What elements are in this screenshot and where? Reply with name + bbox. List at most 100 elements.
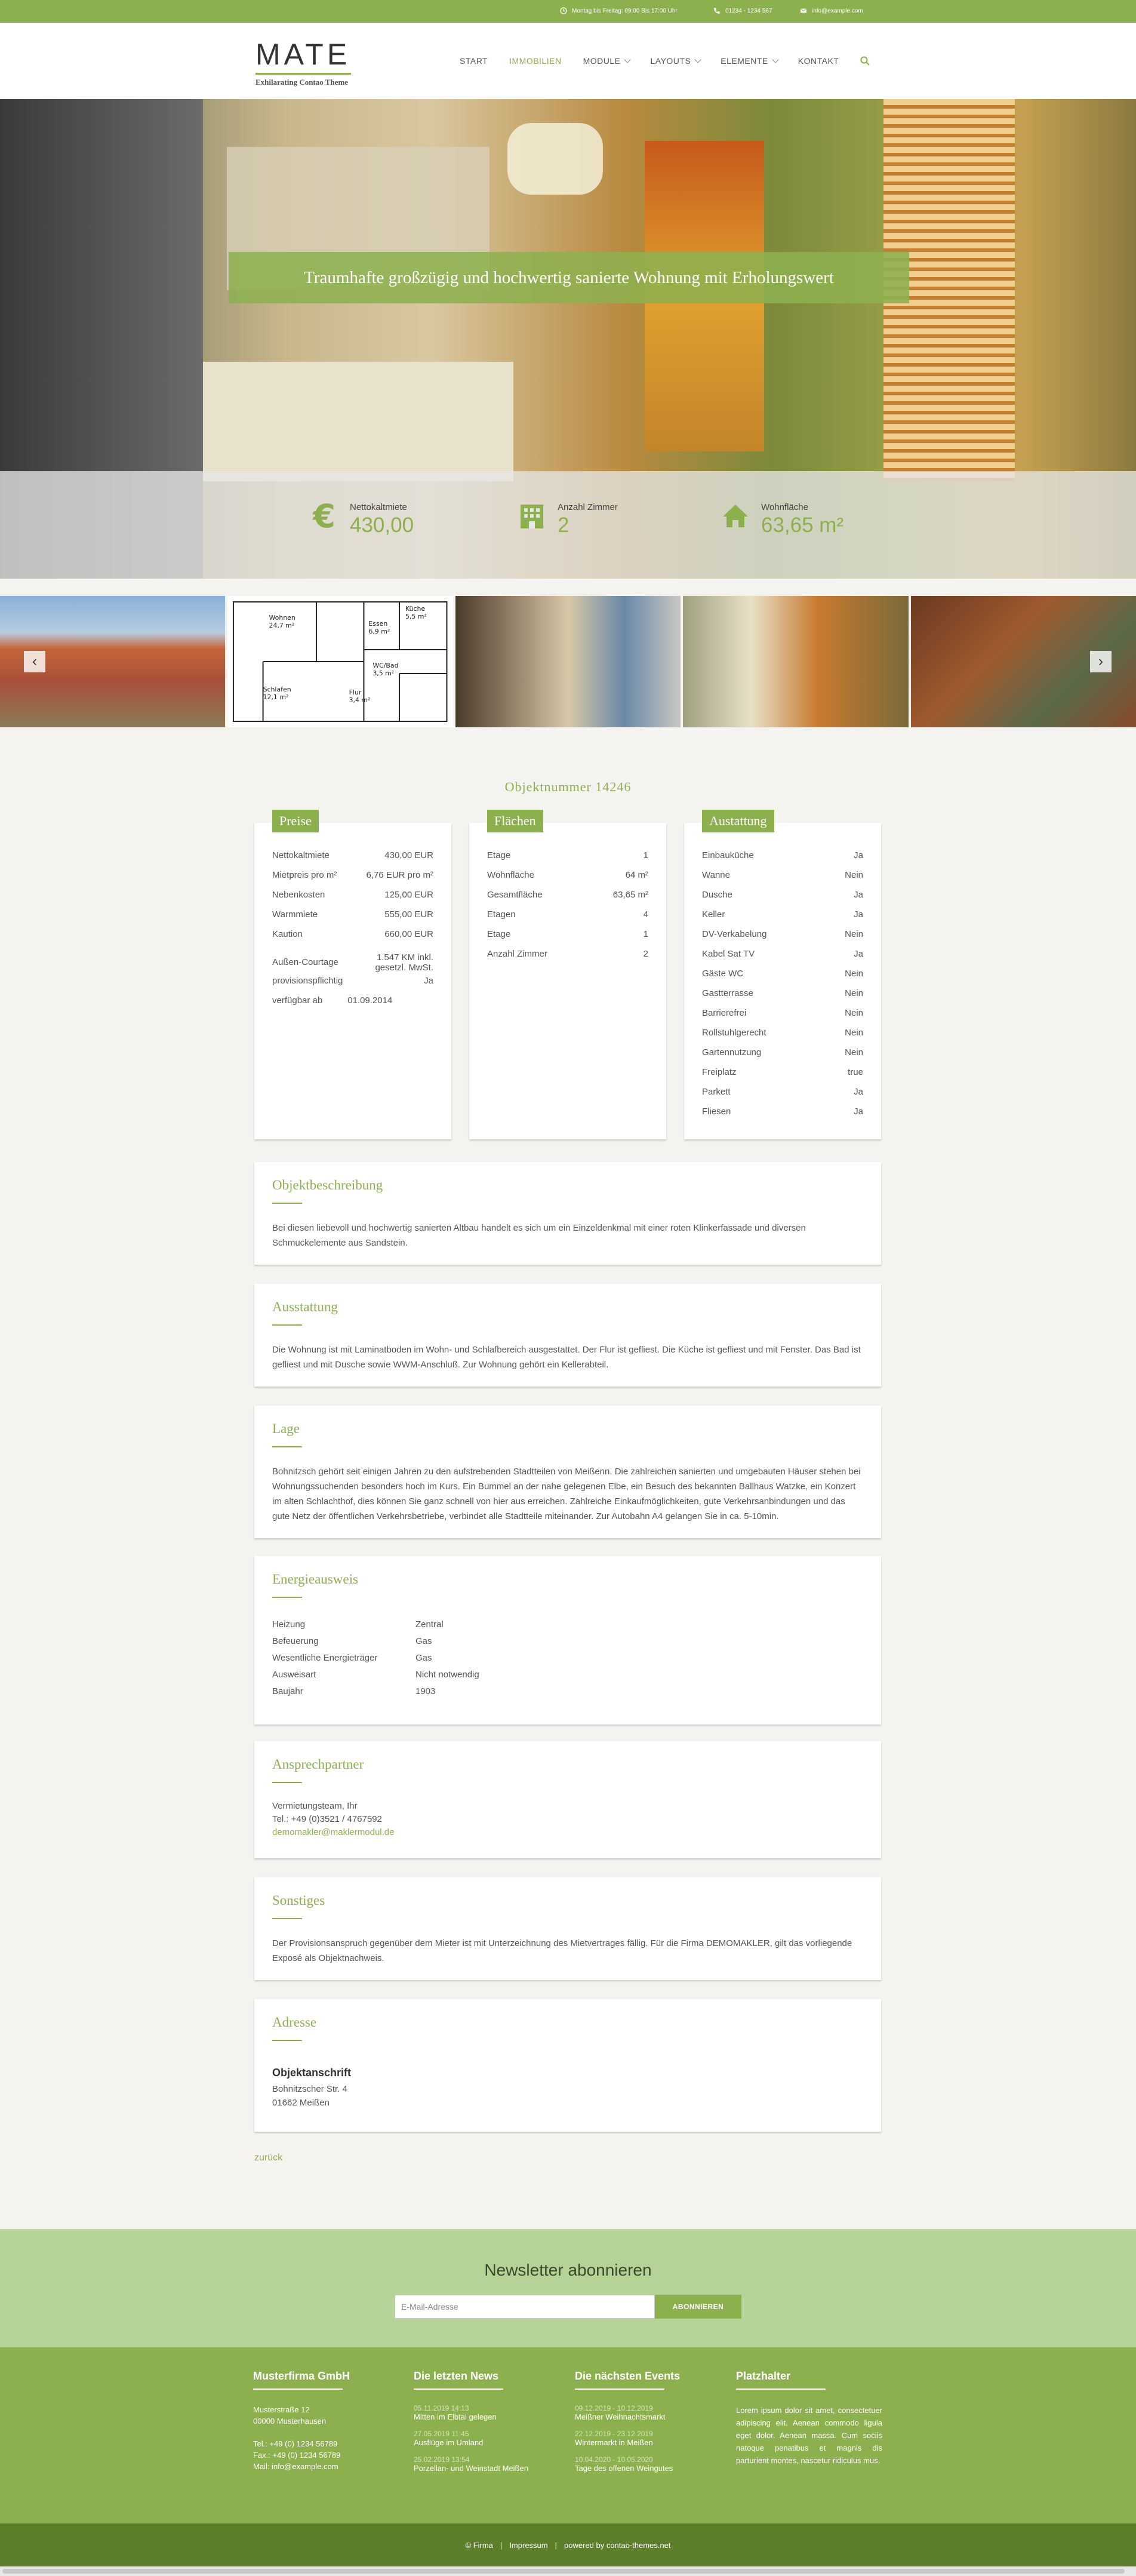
row-value: 660,00 EUR <box>384 929 433 939</box>
gallery-prev-button[interactable]: ‹ <box>24 651 45 672</box>
section-title: Sonstiges <box>272 1893 325 1908</box>
table-row: Etagen 4 <box>487 909 648 929</box>
horizontal-scrollbar[interactable] <box>0 2566 1136 2576</box>
nav-item-immobilien[interactable]: IMMOBILIEN <box>509 56 561 66</box>
event-item[interactable]: 09.12.2019 - 10.12.2019 Meißner Weihnacht… <box>575 2404 712 2421</box>
table-row: Wohnfläche 64 m² <box>487 870 648 890</box>
chevron-left-icon: ‹ <box>32 653 37 669</box>
gallery-image-bedroom[interactable] <box>455 596 681 727</box>
row-key: Gesamtfläche <box>487 890 543 900</box>
news-title[interactable]: Porzellan- und Weinstadt Meißen <box>414 2464 551 2473</box>
section-title: Adresse <box>272 2015 317 2030</box>
gallery-image-kitchen[interactable] <box>683 596 909 727</box>
site-header: MATE Exhilarating Contao Theme START IMM… <box>0 23 1136 99</box>
row-value: Gas <box>415 1653 432 1663</box>
powered-by-link[interactable]: powered by contao-themes.net <box>564 2541 671 2550</box>
chevron-down-icon <box>772 56 779 63</box>
row-key: Einbauküche <box>702 850 754 860</box>
section-text: Bei diesen liebevoll und hochwertig sani… <box>272 1223 806 1248</box>
table-row: Rollstuhlgerecht Nein <box>702 1028 863 1047</box>
row-key: Anzahl Zimmer <box>487 949 547 959</box>
nav-item-start[interactable]: START <box>460 56 488 66</box>
news-title[interactable]: Ausflüge im Umland <box>414 2438 551 2447</box>
event-item[interactable]: 22.12.2019 - 23.12.2019 Wintermarkt in Me… <box>575 2430 712 2447</box>
stat-rooms: Anzahl Zimmer 2 <box>517 501 618 537</box>
row-key: Keller <box>702 909 725 920</box>
hero-title-box: Traumhafte großzügig und hochwertig sani… <box>229 252 909 303</box>
table-row: Dusche Ja <box>702 890 863 909</box>
row-key: Ausweisart <box>272 1670 316 1680</box>
row-key: Gäste WC <box>702 969 744 979</box>
table-row: Parkett Ja <box>702 1087 863 1106</box>
event-date: 09.12.2019 - 10.12.2019 <box>575 2404 653 2412</box>
stat-area: Wohnfläche 63,65 m² <box>721 501 843 537</box>
nav-item-module[interactable]: MODULE <box>583 56 632 66</box>
footer-heading: Platzhalter <box>736 2370 791 2382</box>
event-title[interactable]: Tage des offenen Weingutes <box>575 2464 712 2473</box>
footer-col-events: Die nächsten Events 09.12.2019 - 10.12.2… <box>575 2370 712 2481</box>
section-underline <box>272 1782 302 1783</box>
row-key: Etagen <box>487 909 516 920</box>
row-value: 2 <box>643 949 648 959</box>
row-key: Wanne <box>702 870 730 880</box>
news-date: 25.02.2019 13:54 <box>414 2455 470 2464</box>
row-key: DV-Verkabelung <box>702 929 767 939</box>
row-value: Ja <box>854 1087 863 1097</box>
impressum-link[interactable]: Impressum <box>509 2541 547 2550</box>
separator: | <box>555 2540 557 2550</box>
floorplan-label: Küche <box>405 605 425 613</box>
table-row: Nebenkosten 125,00 EUR <box>272 890 433 909</box>
section-sonstiges: Sonstiges Der Provisionsanspruch gegenüb… <box>254 1877 881 1980</box>
row-key: Fliesen <box>702 1106 731 1117</box>
scrollbar-thumb[interactable] <box>2 2569 1125 2574</box>
section-objektbeschreibung: Objektbeschreibung Bei diesen liebevoll … <box>254 1162 881 1265</box>
news-item[interactable]: 05.11.2019 14:13 Mitten im Elbtal gelegen <box>414 2404 551 2421</box>
footer-address-line[interactable]: Mail: info@example.com <box>253 2461 390 2472</box>
floorplan-label: Essen <box>369 620 388 628</box>
table-row: Einbauküche Ja <box>702 850 863 870</box>
event-item[interactable]: 10.04.2020 - 10.05.2020 Tage des offenen … <box>575 2455 712 2473</box>
row-key: Gartennutzung <box>702 1047 762 1058</box>
nav-item-layouts[interactable]: LAYOUTS <box>650 56 702 66</box>
section-title: Ansprechpartner <box>272 1757 364 1772</box>
row-key: Etage <box>487 929 511 939</box>
row-key: Barrierefrei <box>702 1008 747 1018</box>
floorplan-label: 12,1 m² <box>263 693 289 701</box>
newsletter-subscribe-button[interactable]: ABONNIEREN <box>655 2295 741 2319</box>
floorplan-label: WC/Bad <box>373 662 399 669</box>
news-item[interactable]: 25.02.2019 13:54 Porzellan- und Weinstadt… <box>414 2455 551 2473</box>
event-title[interactable]: Meißner Weihnachtsmarkt <box>575 2412 712 2421</box>
footer-heading: Musterfirma GmbH <box>253 2370 350 2382</box>
address-city: 01662 Meißen <box>272 2098 330 2108</box>
news-item[interactable]: 27.05.2019 11:45 Ausflüge im Umland <box>414 2430 551 2447</box>
event-title[interactable]: Wintermarkt in Meißen <box>575 2438 712 2447</box>
news-title[interactable]: Mitten im Elbtal gelegen <box>414 2412 551 2421</box>
nav-item-elemente[interactable]: ELEMENTE <box>721 56 779 66</box>
contact-email-link[interactable]: demomakler@maklermodul.de <box>272 1826 863 1839</box>
footer-col-firma: Musterfirma GmbH Musterstraße 12 00000 M… <box>253 2370 390 2472</box>
floorplan-drawing: Wohnen 24,7 m² Küche 5,5 m² Essen 6,9 m²… <box>233 601 448 722</box>
phone[interactable]: 01234 - 1234 567 <box>713 7 772 14</box>
email[interactable]: info@example.com <box>800 7 863 14</box>
table-row: Warmmiete 555,00 EUR <box>272 909 433 929</box>
table-row: Gesamtfläche 63,65 m² <box>487 890 648 909</box>
phone-text[interactable]: 01234 - 1234 567 <box>725 8 772 14</box>
newsletter-email-input[interactable]: E-Mail-Adresse <box>395 2295 655 2319</box>
section-energieausweis: Energieausweis Heizung Zentral Befeuerung… <box>254 1556 881 1724</box>
gallery-image-floorplan[interactable]: Wohnen 24,7 m² Küche 5,5 m² Essen 6,9 m²… <box>227 596 453 727</box>
logo[interactable]: MATE Exhilarating Contao Theme <box>255 39 351 87</box>
section-ausstattung: Ausstattung Die Wohnung ist mit Laminatb… <box>254 1284 881 1387</box>
opening-hours-text: Montag bis Freitag: 09:00 Bis 17:00 Uhr <box>572 7 678 14</box>
row-value: 6,76 EUR pro m² <box>366 870 433 880</box>
chevron-down-icon <box>624 56 632 63</box>
footer-bottom-bar: © Firma | Impressum | powered by contao-… <box>0 2523 1136 2566</box>
footer-heading-underline <box>414 2389 503 2390</box>
section-underline <box>272 1918 302 1919</box>
back-link[interactable]: zurück <box>254 2153 282 2163</box>
hero-lamp <box>507 123 603 195</box>
email-text[interactable]: info@example.com <box>812 8 863 14</box>
search-button[interactable] <box>860 56 870 66</box>
nav-item-kontakt[interactable]: KONTAKT <box>798 56 839 66</box>
gallery-next-button[interactable]: › <box>1090 651 1112 672</box>
price-rows: Nettokaltmiete 430,00 EUR Mietpreis pro m… <box>272 850 433 1015</box>
